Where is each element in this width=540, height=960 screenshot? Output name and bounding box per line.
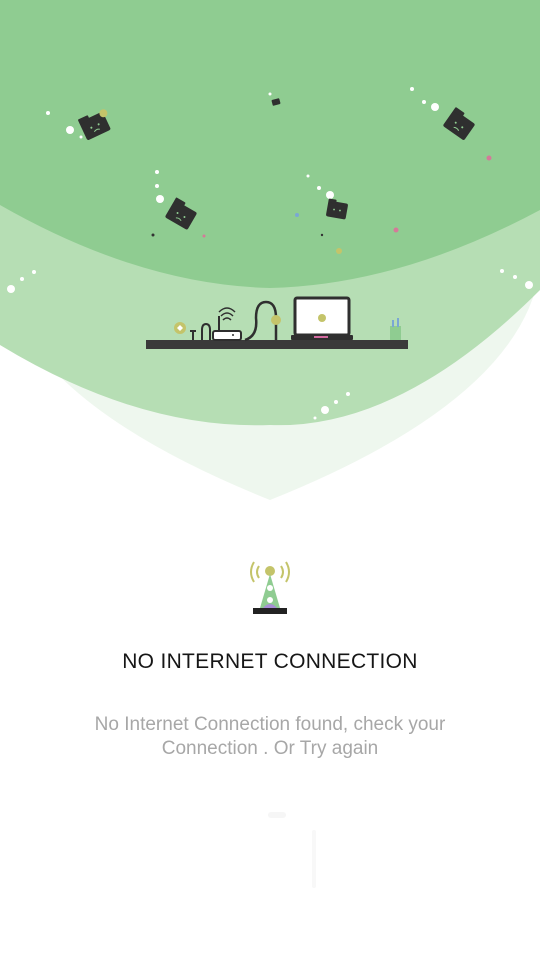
laptop-icon xyxy=(291,296,353,340)
shelf xyxy=(146,340,408,349)
badge-icon xyxy=(271,315,281,325)
page-title: NO INTERNET CONNECTION xyxy=(122,650,418,673)
signal-tower-icon xyxy=(250,561,290,614)
retry-hint[interactable] xyxy=(230,800,330,920)
hero-top-arc xyxy=(0,0,540,288)
no-internet-screen: NO INTERNET CONNECTION No Internet Conne… xyxy=(0,0,540,960)
hero-illustration xyxy=(0,0,540,500)
error-message: No Internet Connection found, check your… xyxy=(94,714,446,759)
